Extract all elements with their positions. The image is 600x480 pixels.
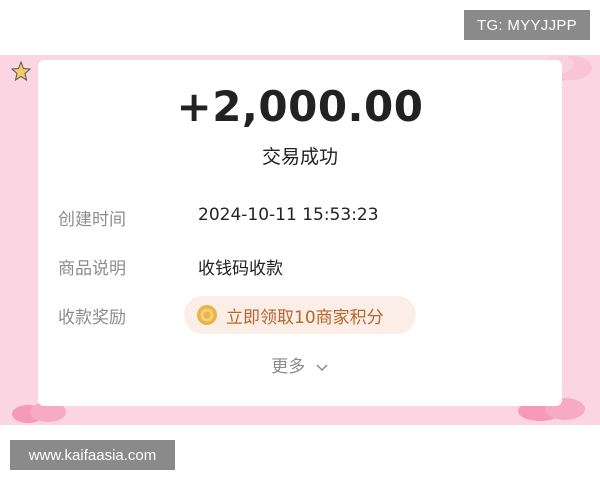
transaction-amount: +2,000.00 bbox=[176, 82, 424, 131]
claim-points-button[interactable]: 立即领取10商家积分 bbox=[184, 296, 416, 334]
website-watermark: www.kaifaasia.com bbox=[10, 440, 175, 470]
gold-coin-icon bbox=[197, 305, 217, 325]
telegram-watermark: TG: MYYJJPP bbox=[464, 10, 590, 40]
transaction-card: +2,000.00 交易成功 创建时间 2024-10-11 15:53:23 … bbox=[38, 60, 562, 406]
product-description-label: 商品说明 bbox=[58, 259, 126, 279]
payment-reward-label: 收款奖励 bbox=[58, 308, 126, 328]
more-button[interactable]: 更多 bbox=[38, 352, 562, 377]
more-label: 更多 bbox=[271, 357, 306, 377]
claim-points-label: 立即领取10商家积分 bbox=[226, 307, 384, 328]
created-time-value: 2024-10-11 15:53:23 bbox=[198, 205, 379, 225]
product-description-value: 收钱码收款 bbox=[198, 259, 283, 279]
chevron-down-icon bbox=[316, 364, 328, 372]
star-decoration-icon bbox=[10, 60, 32, 82]
transaction-status: 交易成功 bbox=[261, 146, 338, 168]
created-time-label: 创建时间 bbox=[58, 210, 126, 230]
